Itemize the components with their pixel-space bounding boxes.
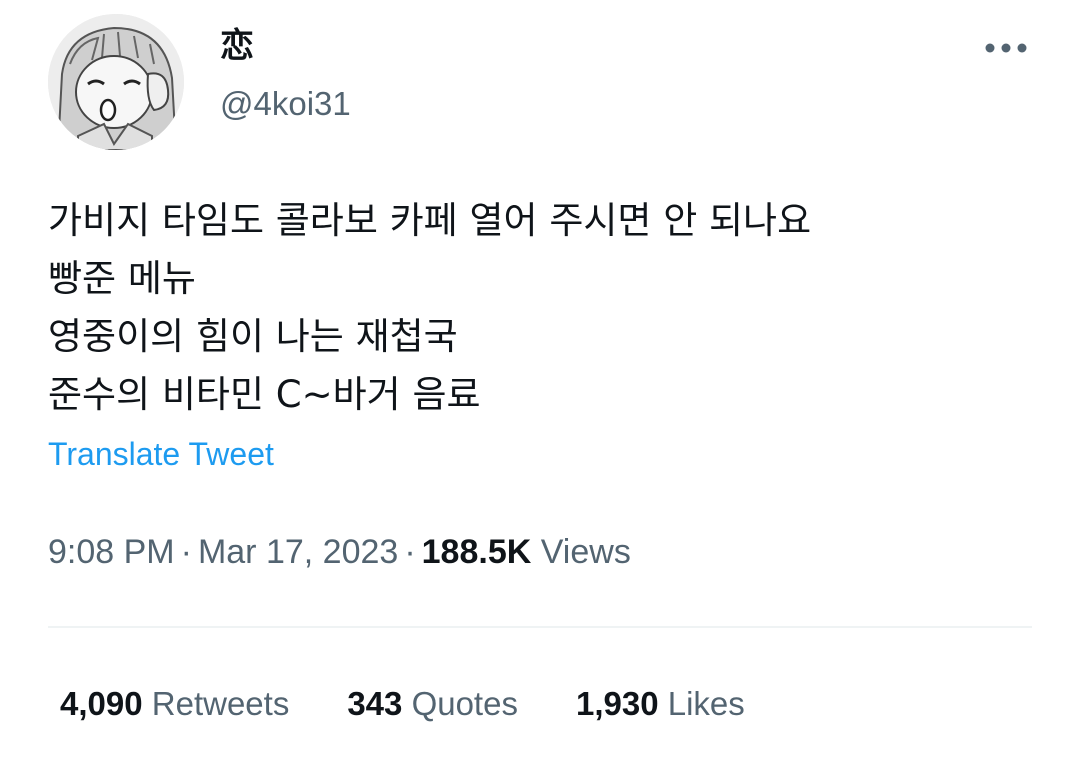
- separator: ·: [404, 533, 416, 571]
- tweet-time[interactable]: 9:08 PM: [48, 533, 175, 571]
- quotes-label: Quotes: [411, 685, 518, 722]
- more-options-button[interactable]: [976, 28, 1036, 68]
- quotes-count: 343: [347, 685, 403, 722]
- translate-tweet-link[interactable]: Translate Tweet: [48, 434, 274, 474]
- tweet-metadata: 9:08 PM · Mar 17, 2023 · 188.5K Views: [48, 530, 631, 574]
- likes-stat[interactable]: 1,930 Likes: [576, 682, 745, 726]
- tweet-line: 준수의 비타민 C~바거 음료: [48, 373, 481, 416]
- tweet-date[interactable]: Mar 17, 2023: [198, 533, 398, 571]
- retweets-stat[interactable]: 4,090 Retweets: [60, 682, 289, 726]
- engagement-stats: 4,090 Retweets 343 Quotes 1,930 Likes: [60, 682, 803, 726]
- divider: [48, 626, 1032, 628]
- tweet-line: 가비지 타임도 콜라보 카페 열어 주시면 안 되나요: [48, 199, 812, 242]
- retweets-count: 4,090: [60, 685, 143, 722]
- separator: ·: [180, 533, 192, 571]
- quotes-stat[interactable]: 343 Quotes: [347, 682, 518, 726]
- tweet-text: 가비지 타임도 콜라보 카페 열어 주시면 안 되나요 빵준 메뉴 영중이의 힘…: [48, 192, 1008, 424]
- tweet-line: 영중이의 힘이 나는 재첩국: [48, 315, 458, 358]
- likes-count: 1,930: [575, 685, 659, 722]
- tweet-line: 빵준 메뉴: [48, 257, 196, 300]
- more-horizontal-icon: [985, 43, 1027, 53]
- likes-label: Likes: [667, 685, 745, 722]
- author-display-name[interactable]: 恋: [220, 26, 254, 66]
- avatar[interactable]: [48, 14, 184, 150]
- avatar-illustration: [48, 14, 184, 150]
- views-label: Views: [540, 533, 631, 571]
- retweets-label: Retweets: [151, 685, 290, 722]
- views-count: 188.5K: [421, 533, 532, 571]
- author-handle[interactable]: @4koi31: [220, 84, 351, 124]
